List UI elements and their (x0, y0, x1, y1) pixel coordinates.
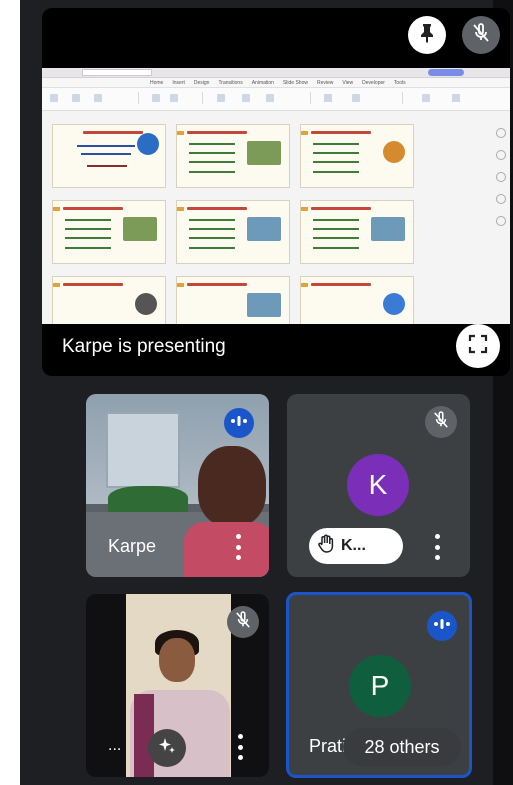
menu-animation: Animation (251, 79, 274, 86)
participant-tile-video[interactable]: ... (86, 594, 269, 777)
ppt-ribbon (42, 88, 510, 111)
participant-video-head (198, 446, 266, 526)
menu-developer: Developer (362, 79, 385, 86)
menu-view: View (342, 79, 354, 86)
participant-name: ... (108, 737, 122, 754)
participant-name: Karpe (108, 536, 157, 556)
speaking-indicator (224, 408, 254, 438)
slide-thumbnail (176, 124, 290, 188)
ppt-titlebar (42, 68, 510, 78)
menu-slideshow: Slide Show (282, 79, 308, 86)
pin-icon (418, 23, 436, 48)
more-options-button[interactable] (233, 734, 247, 760)
slide-thumbnail (176, 200, 290, 264)
participant-tile-karpe[interactable]: Karpe (86, 394, 269, 577)
video-window (106, 412, 180, 488)
participant-video-head (159, 638, 195, 682)
participant-video-body (184, 522, 269, 577)
menu-design: Design (193, 79, 210, 86)
raised-hand-name: K... (341, 537, 366, 554)
pin-button[interactable] (408, 16, 446, 54)
visual-effects-button[interactable] (148, 729, 186, 767)
presentation-tile[interactable]: Home Insert Design Transitions Animation… (42, 8, 510, 376)
shared-screen: Home Insert Design Transitions Animation… (42, 68, 510, 324)
menu-review: Review (316, 79, 334, 86)
participant-tile-k[interactable]: K K... (287, 394, 470, 577)
slide-sorter (46, 112, 492, 324)
menu-insert: Insert (172, 79, 185, 86)
muted-indicator (227, 606, 259, 638)
mic-off-icon (433, 410, 449, 434)
ppt-menubar: Home Insert Design Transitions Animation… (42, 78, 510, 88)
slide-thumbnail (176, 276, 290, 324)
slide-thumbnail (300, 276, 414, 324)
slide-thumbnail (52, 200, 166, 264)
audio-wave-icon (433, 617, 451, 635)
raised-hand-chip[interactable]: K... (309, 528, 403, 564)
muted-indicator (425, 406, 457, 438)
ppt-side-icons (496, 128, 506, 278)
mute-indicator (462, 16, 500, 54)
menu-home: Home (150, 79, 164, 86)
menu-tools: Tools (393, 79, 406, 86)
avatar: K (347, 454, 409, 516)
mic-off-icon (235, 610, 251, 634)
mic-off-icon (472, 22, 490, 48)
menu-transitions: Transitions (218, 79, 243, 86)
others-count-button[interactable]: 28 others (343, 728, 461, 766)
hand-icon (317, 534, 335, 559)
fullscreen-icon (468, 334, 488, 359)
fullscreen-button[interactable] (456, 324, 500, 368)
avatar: P (349, 655, 411, 717)
participant-name: Prati (309, 736, 347, 756)
audio-wave-icon (230, 414, 248, 432)
slide-thumbnail (52, 276, 166, 324)
slide-thumbnail (300, 124, 414, 188)
more-options-button[interactable] (430, 534, 444, 560)
slide-thumbnail (300, 200, 414, 264)
participant-tile-others[interactable]: P Prati 28 others (286, 592, 472, 778)
presenting-label: Karpe is presenting (62, 336, 226, 357)
sparkle-icon (157, 736, 177, 761)
more-options-button[interactable] (231, 534, 245, 560)
slide-thumbnail (52, 124, 166, 188)
speaking-indicator (427, 611, 457, 641)
